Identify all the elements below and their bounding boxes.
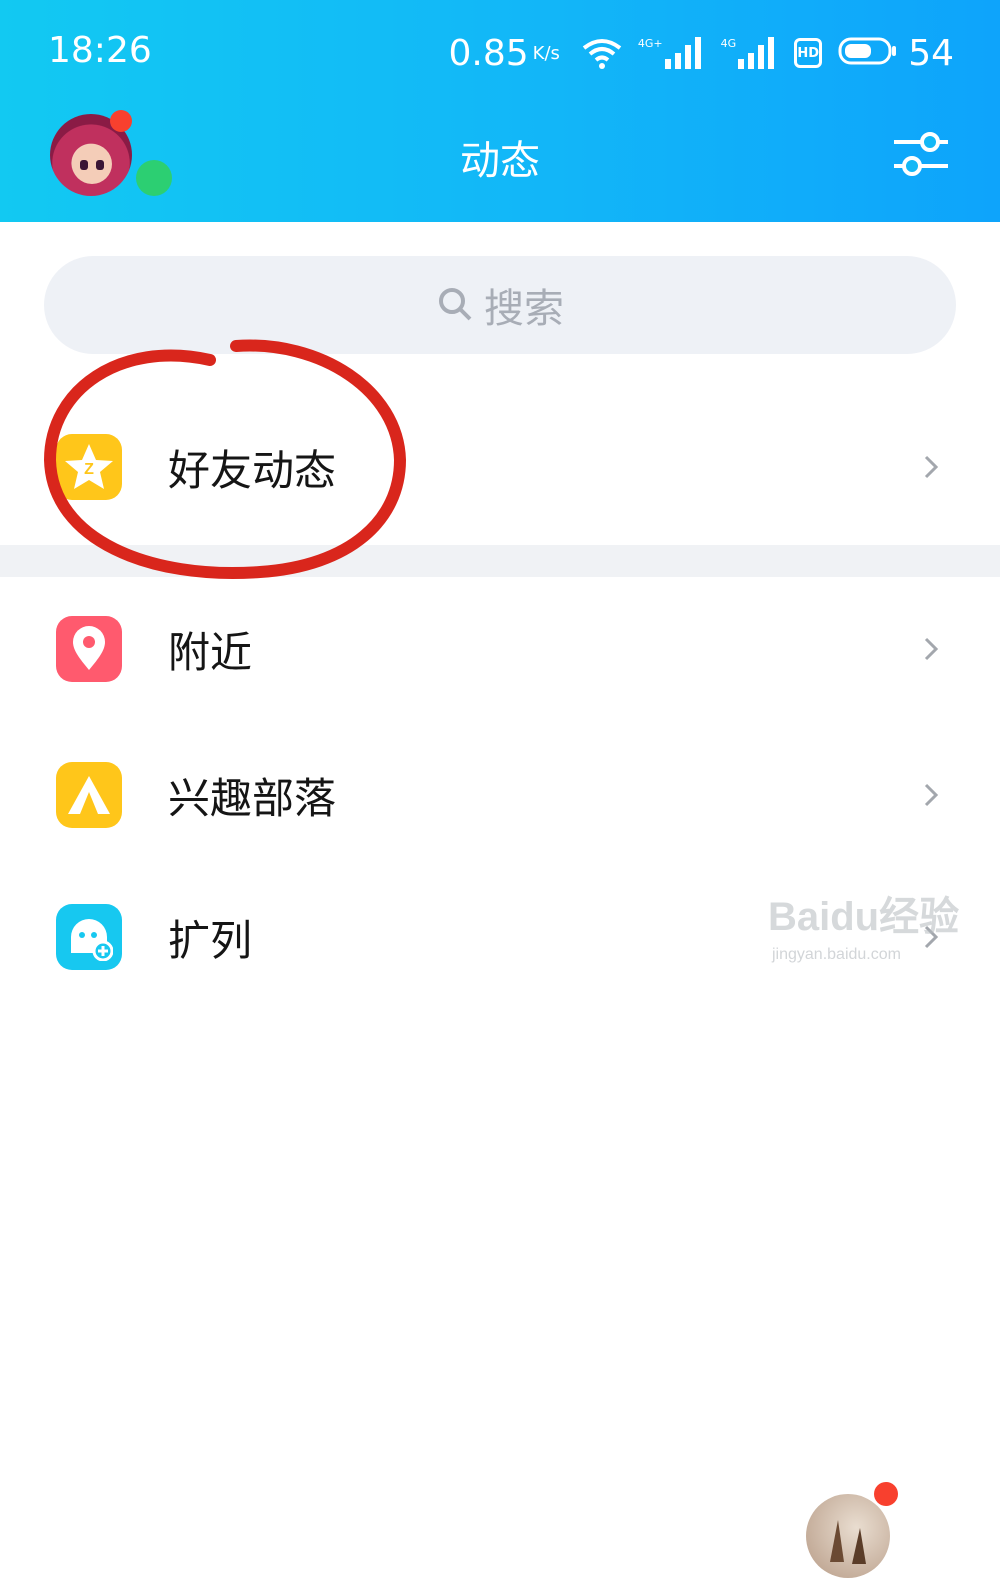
cell-signal-icon: 4G+ bbox=[638, 37, 705, 69]
page-title: 动态 bbox=[460, 138, 540, 184]
battery-level: 54 bbox=[908, 32, 954, 74]
list-item-label: 兴趣部落 bbox=[168, 773, 337, 823]
tent-icon bbox=[56, 762, 122, 828]
list-item-label: 扩列 bbox=[168, 915, 253, 965]
section-divider bbox=[0, 545, 1000, 577]
chevron-right-icon bbox=[924, 637, 939, 661]
signal-type-label-2: 4G bbox=[720, 37, 737, 50]
hd-voice-icon: HD bbox=[794, 38, 823, 68]
search-icon bbox=[439, 288, 472, 321]
location-pin-icon bbox=[56, 616, 122, 682]
list-item-nearby[interactable]: 附近 bbox=[0, 594, 1000, 704]
cell-signal-icon-2: 4G bbox=[721, 37, 779, 69]
search-placeholder: 搜索 bbox=[484, 286, 564, 332]
list-item-label: 好友动态 bbox=[168, 445, 337, 495]
baidu-watermark-url: jingyan.baidu.com bbox=[772, 946, 901, 963]
notification-dot bbox=[874, 1482, 898, 1506]
network-speed: 0.85 bbox=[448, 32, 529, 74]
network-speed-unit: K/s bbox=[532, 42, 560, 64]
filter-sliders-icon[interactable] bbox=[892, 128, 950, 180]
wifi-icon bbox=[582, 36, 622, 70]
qzone-star-icon: Z bbox=[56, 434, 122, 500]
list-item-interest-tribe[interactable]: 兴趣部落 bbox=[0, 740, 1000, 1578]
ghost-add-icon bbox=[56, 904, 122, 970]
baidu-watermark: Baidu经验 bbox=[768, 895, 960, 939]
status-time: 18:26 bbox=[48, 30, 152, 71]
list-item-label: 附近 bbox=[168, 627, 253, 677]
status-icons: 0.85 K/s 4G+ 4G HD 54 bbox=[449, 30, 955, 76]
chevron-right-icon bbox=[924, 783, 939, 807]
search-bar[interactable]: 搜索 bbox=[44, 256, 956, 354]
list-item-friend-feed[interactable]: Z 好友动态 bbox=[0, 412, 1000, 522]
top-header: 18:26 0.85 K/s 4G+ 4G HD 54 动态 bbox=[0, 0, 1000, 222]
tribe-thumbnail bbox=[806, 1494, 890, 1578]
svg-text:Z: Z bbox=[84, 461, 94, 478]
battery-icon bbox=[838, 37, 898, 69]
chevron-right-icon bbox=[924, 455, 939, 479]
signal-type-label: 4G+ bbox=[637, 37, 663, 50]
